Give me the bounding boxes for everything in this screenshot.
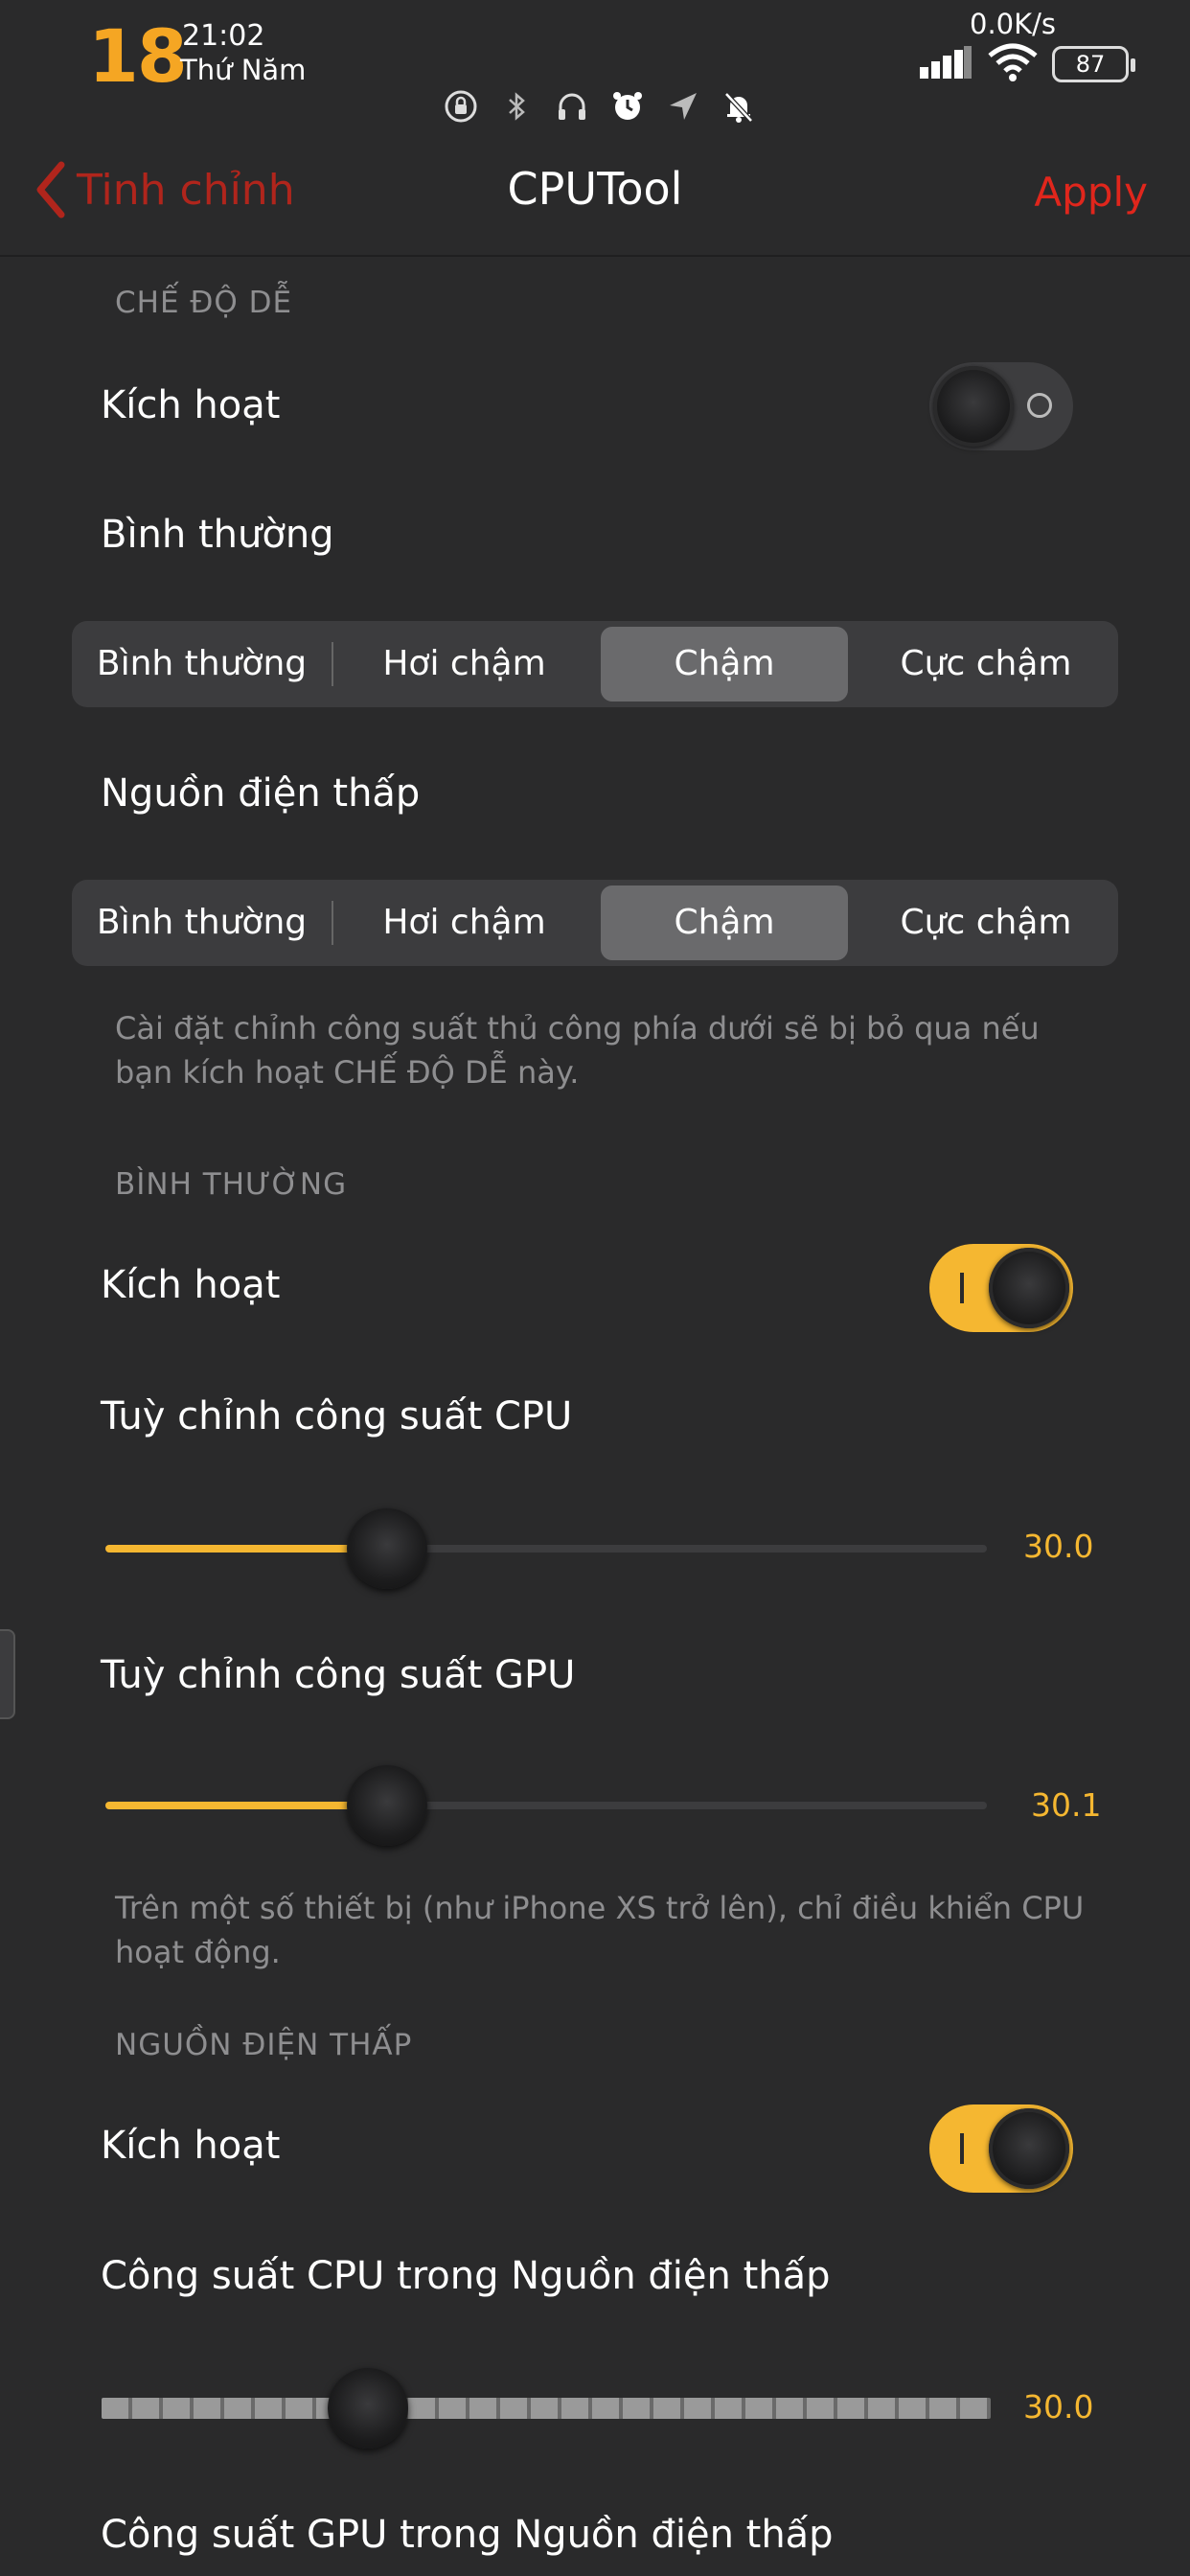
toggle-off-icon [1027, 393, 1052, 418]
segment-option[interactable]: Cực chậm [854, 880, 1118, 966]
status-bar: 18 21:02 Thứ Năm 0.0K/s 87 [0, 0, 1190, 144]
status-icons [443, 88, 757, 125]
easy-mode-toggle[interactable] [929, 362, 1073, 450]
segment-option[interactable]: Hơi chậm [333, 621, 595, 707]
easy-normal-label: Bình thường [101, 513, 334, 557]
page-title: CPUTool [507, 163, 683, 215]
normal-mode-note: Trên một số thiết bị (như iPhone XS trở … [115, 1890, 1085, 1970]
normal-speed-segmented-control: Bình thường Hơi chậm Chậm Cực chậm [72, 621, 1118, 707]
headphones-icon [554, 88, 590, 125]
easy-activate-label: Kích hoạt [101, 383, 281, 427]
cpu-power-slider[interactable] [105, 1508, 987, 1589]
cpu-power-label: Tuỳ chỉnh công suất CPU [101, 1394, 573, 1438]
low-power-mode-toggle[interactable] [929, 2104, 1073, 2193]
lowpower-cpu-slider[interactable] [102, 2368, 991, 2449]
gpu-power-slider[interactable] [105, 1765, 987, 1846]
status-time: 21:02 [182, 19, 265, 53]
segment-option[interactable]: Hơi chậm [333, 880, 595, 966]
lock-rotation-icon [443, 88, 479, 125]
slider-fill [105, 1802, 387, 1809]
bell-off-icon [721, 88, 757, 125]
segment-option[interactable]: Bình thường [72, 621, 332, 707]
battery-indicator: 87 [1052, 46, 1135, 82]
lowpower-gpu-label: Công suất GPU trong Nguồn điện thấp [101, 2513, 834, 2557]
status-day: 18 [88, 13, 188, 99]
status-weekday: Thứ Năm [180, 54, 307, 86]
apply-button[interactable]: Apply [1034, 169, 1148, 216]
easy-lowpower-label: Nguồn điện thấp [101, 771, 421, 816]
segment-option[interactable]: Bình thường [72, 880, 332, 966]
cpu-power-value: 30.0 [1023, 1528, 1094, 1565]
slider-fill [105, 1545, 387, 1552]
toggle-on-icon [960, 2133, 964, 2164]
toggle-knob [989, 1248, 1069, 1328]
easy-mode-note: Cài đặt chỉnh công suất thủ công phía dư… [115, 1010, 1040, 1091]
network-speed: 0.0K/s [970, 8, 1057, 40]
toggle-on-icon [960, 1273, 964, 1303]
segment-option-selected[interactable]: Chậm [601, 621, 848, 707]
bluetooth-icon [498, 88, 535, 125]
toggle-knob [989, 2108, 1069, 2189]
lowpower-cpu-value: 30.0 [1023, 2388, 1094, 2426]
location-icon [665, 88, 701, 125]
segment-option[interactable]: Cực chậm [854, 621, 1118, 707]
lowpower-activate-label: Kích hoạt [101, 2124, 281, 2168]
side-drawer-handle[interactable] [0, 1629, 15, 1719]
toggle-knob [933, 366, 1014, 447]
lowpower-speed-segmented-control: Bình thường Hơi chậm Chậm Cực chậm [72, 880, 1118, 966]
normal-mode-toggle[interactable] [929, 1244, 1073, 1332]
normal-activate-label: Kích hoạt [101, 1263, 281, 1307]
section-header-normal: BÌNH THƯỜNG [115, 1167, 348, 1202]
navigation-bar: Tinh chỉnh CPUTool Apply [0, 144, 1190, 257]
gpu-power-value: 30.1 [1031, 1786, 1102, 1824]
slider-thumb[interactable] [328, 2368, 408, 2449]
gpu-power-label: Tuỳ chỉnh công suất GPU [101, 1653, 576, 1697]
lowpower-cpu-label: Công suất CPU trong Nguồn điện thấp [101, 2254, 831, 2298]
slider-thumb[interactable] [347, 1765, 427, 1846]
section-header-easy-mode: CHẾ ĐỘ DỄ [115, 286, 293, 320]
section-header-low-power: NGUỒN ĐIỆN THẤP [115, 2028, 413, 2062]
segment-option-selected[interactable]: Chậm [601, 880, 848, 966]
wifi-icon [987, 42, 1039, 82]
slider-thumb[interactable] [347, 1508, 427, 1589]
alarm-icon [609, 88, 646, 125]
cellular-signal-icon [920, 46, 972, 80]
